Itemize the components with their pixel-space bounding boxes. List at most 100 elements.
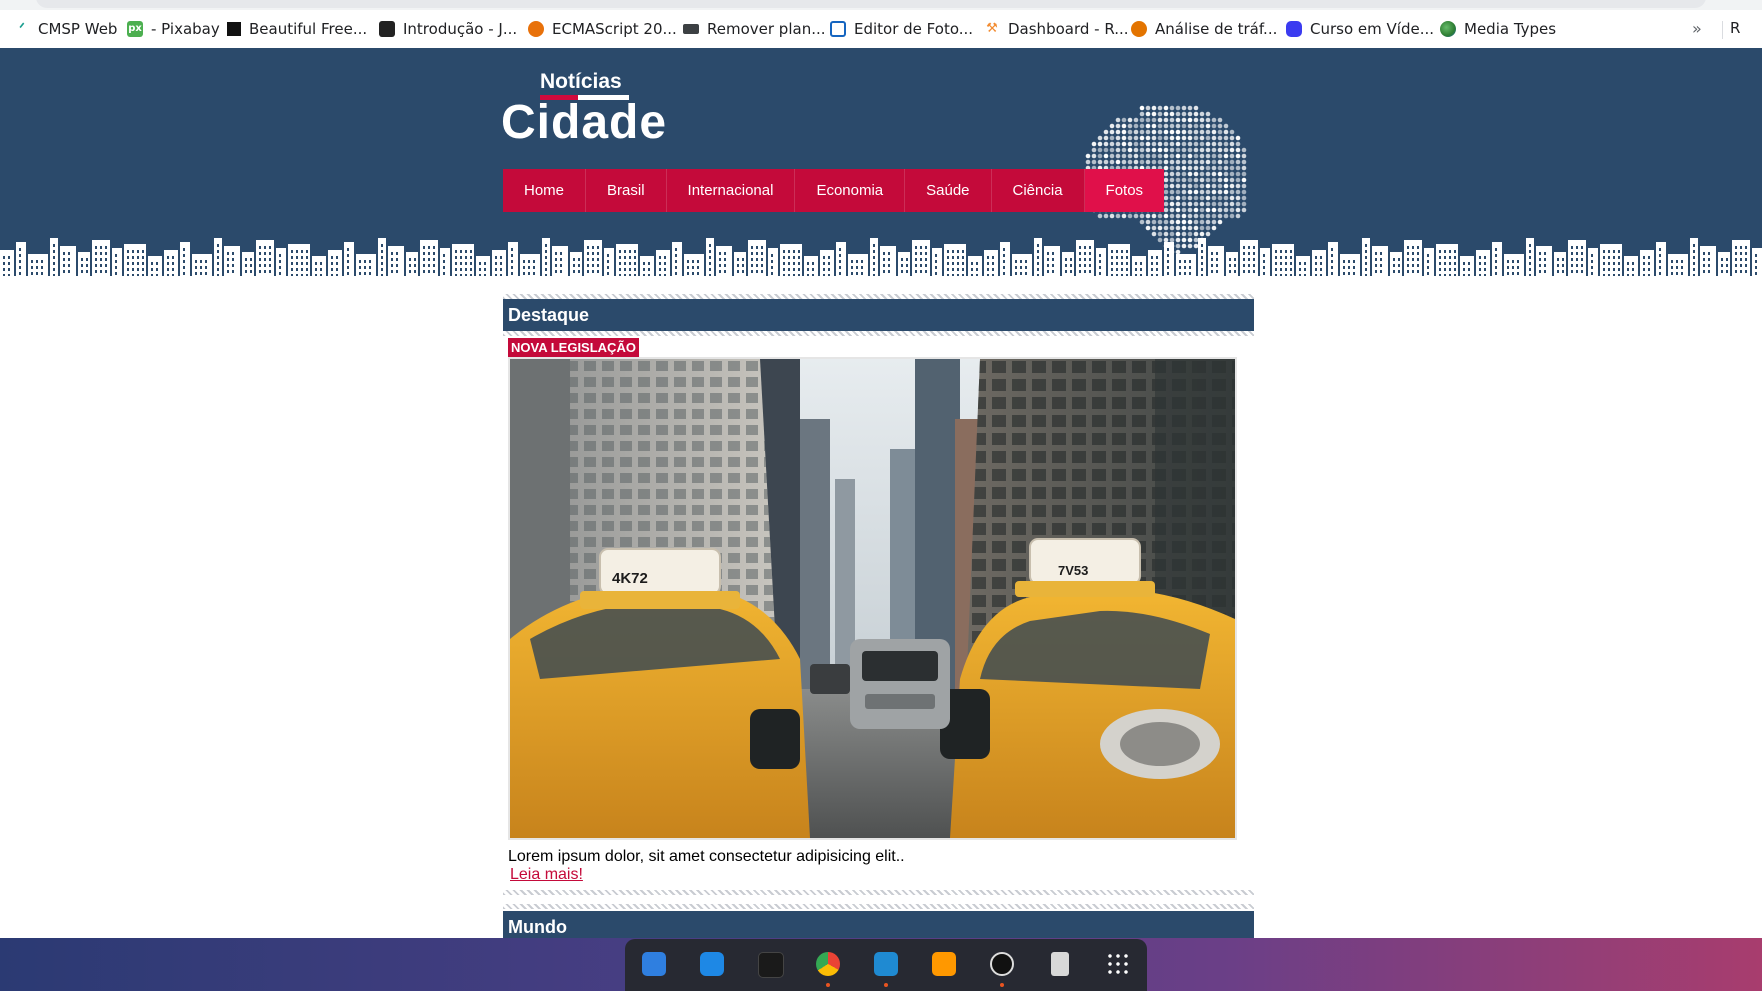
skyline-window <box>555 270 557 273</box>
map-dot <box>1134 118 1139 123</box>
hatch-divider <box>503 890 1254 895</box>
skyline-window <box>1407 246 1409 249</box>
app-grid-icon[interactable] <box>1106 952 1130 976</box>
map-dot <box>1146 124 1151 129</box>
logo-cidade[interactable]: Cidade <box>501 95 667 150</box>
bookmark-curso-em-video[interactable]: Curso em Víde... <box>1286 19 1434 39</box>
skyline-window <box>1407 252 1409 255</box>
map-dot <box>1152 136 1157 141</box>
skyline-window <box>1135 268 1137 271</box>
skyline-window <box>1479 256 1481 259</box>
skyline-window <box>409 258 411 261</box>
nav-ciencia[interactable]: Ciência <box>992 169 1085 212</box>
map-dot <box>1158 118 1163 123</box>
map-dot <box>1098 136 1103 141</box>
skyline-window <box>597 246 599 249</box>
more-bookmarks-button[interactable]: » <box>1692 19 1702 38</box>
finder-icon[interactable] <box>642 952 666 976</box>
skyline-window <box>788 256 790 259</box>
bookmark-editor-foto[interactable]: Editor de Foto... <box>830 19 973 39</box>
nav-brasil[interactable]: Brasil <box>586 169 667 212</box>
skyline-window <box>306 250 308 253</box>
address-bar[interactable] <box>36 0 1706 8</box>
trash-icon[interactable] <box>1051 952 1069 976</box>
map-dot <box>1242 172 1247 177</box>
skyline-window <box>1140 262 1142 265</box>
chrome-icon[interactable] <box>816 952 840 976</box>
skyline-window <box>1047 270 1049 273</box>
map-dot <box>1206 154 1211 159</box>
skyline-window <box>100 246 102 249</box>
skyline-window <box>1275 250 1277 253</box>
dashboard-icon: ⚒ <box>984 21 1000 37</box>
bookmark-remover-plano[interactable]: Remover plan... <box>683 19 826 39</box>
skyline-window <box>697 260 699 263</box>
bookmark-beautiful-free[interactable]: Beautiful Free... <box>227 19 367 39</box>
featured-photo[interactable]: 4K72 7V53 <box>508 357 1237 840</box>
bookmark-analise-trafego[interactable]: Análise de tráf... <box>1131 19 1277 39</box>
skyline-window <box>1003 272 1005 275</box>
skyline-window <box>724 252 726 255</box>
skyline-window <box>578 264 580 267</box>
app-store-icon[interactable] <box>700 952 724 976</box>
plate-left: 4K72 <box>612 570 648 587</box>
map-dot <box>1158 148 1163 153</box>
bookmark-ecmascript[interactable]: ECMAScript 20... <box>528 19 677 39</box>
skyline-window <box>771 260 773 263</box>
skyline-window <box>433 258 435 261</box>
skyline-window <box>100 270 102 273</box>
skyline-window <box>1735 270 1737 273</box>
skyline-window <box>560 270 562 273</box>
skyline-window <box>217 268 219 271</box>
logo-noticias[interactable]: Notícias <box>540 70 622 94</box>
skyline-window <box>793 256 795 259</box>
skyline-window <box>1468 262 1470 265</box>
bookmark-pixabay[interactable]: px - Pixabay <box>127 19 220 39</box>
map-dot <box>1212 118 1217 123</box>
skyline-window <box>1003 260 1005 263</box>
bookmark-introducao[interactable]: Introdução - J... <box>379 19 517 39</box>
skyline-window <box>1517 260 1519 263</box>
reading-list-button[interactable]: R <box>1730 19 1740 37</box>
skyline-window <box>1116 262 1118 265</box>
skyline-window <box>1020 272 1022 275</box>
skyline-window <box>1676 260 1678 263</box>
skyline-window <box>1703 264 1705 267</box>
bookmark-dashboard[interactable]: ⚒ Dashboard - R... <box>984 19 1129 39</box>
vscode-icon[interactable] <box>874 952 898 976</box>
github-icon[interactable] <box>990 952 1014 976</box>
read-more-link[interactable]: Leia mais! <box>510 866 583 884</box>
map-dot <box>1182 112 1187 117</box>
skyline-window <box>587 270 589 273</box>
skyline-window <box>1417 246 1419 249</box>
bookmark-cmsp-web[interactable]: ᐟ CMSP Web <box>14 19 117 39</box>
skyline-window <box>1412 264 1414 267</box>
sublime-icon[interactable] <box>932 952 956 976</box>
skyline-window <box>1417 270 1419 273</box>
map-dot <box>1230 172 1235 177</box>
skyline-window <box>1740 246 1742 249</box>
nav-fotos[interactable]: Fotos <box>1085 169 1165 212</box>
map-dot <box>1140 142 1145 147</box>
nav-economia[interactable]: Economia <box>795 169 905 212</box>
skyline-window <box>1184 266 1186 269</box>
map-dot <box>1170 136 1175 141</box>
map-dot <box>1146 130 1151 135</box>
nav-internacional[interactable]: Internacional <box>667 169 796 212</box>
cmsp-icon: ᐟ <box>14 21 30 37</box>
skyline-window <box>1234 270 1236 273</box>
skyline-window <box>1708 264 1710 267</box>
skyline-window <box>1156 262 1158 265</box>
nav-home[interactable]: Home <box>503 169 586 212</box>
skyline-window <box>19 266 21 269</box>
skyline-window <box>1454 262 1456 265</box>
map-dot <box>1194 112 1199 117</box>
skyline-window <box>839 254 841 257</box>
bookmark-media-types[interactable]: Media Types <box>1440 19 1556 39</box>
map-dot <box>1164 160 1169 165</box>
terminal-icon[interactable] <box>758 952 784 978</box>
map-dot <box>1206 220 1211 225</box>
nav-saude[interactable]: Saúde <box>905 169 991 212</box>
skyline-window <box>264 258 266 261</box>
map-dot <box>1224 166 1229 171</box>
